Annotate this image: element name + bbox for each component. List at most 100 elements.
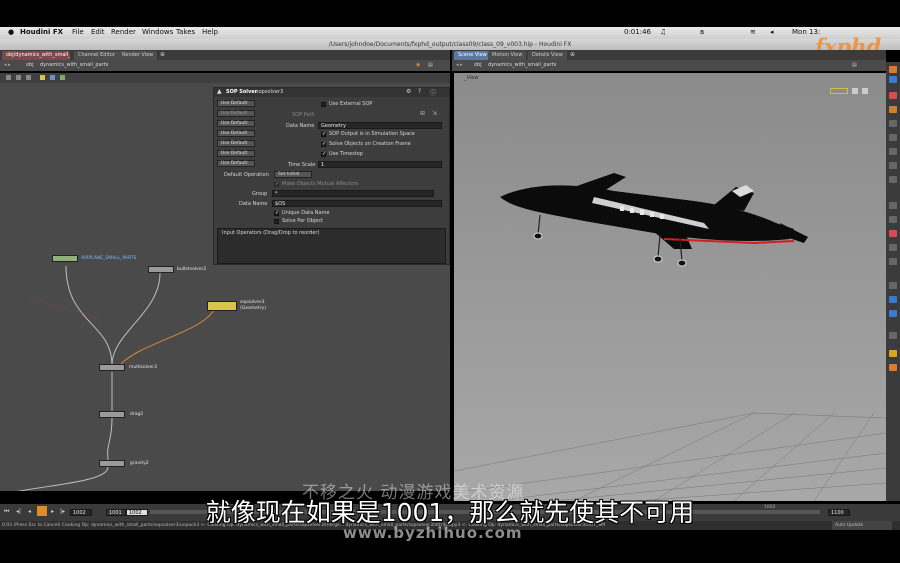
jet-model <box>500 173 808 267</box>
solve-per-object-label: Solve Per Object <box>282 218 324 224</box>
tab-details-view[interactable]: Details View <box>528 51 567 60</box>
pin-icon[interactable] <box>889 66 897 73</box>
headphones-icon[interactable]: ♫ <box>660 28 666 36</box>
solve-objects-checkbox[interactable] <box>321 141 326 147</box>
back-icon[interactable]: ◂ ▸ <box>4 60 11 71</box>
node-multisolver[interactable] <box>99 364 125 371</box>
wire <box>107 417 113 461</box>
add-tab-icon[interactable]: ⊕ <box>160 51 165 58</box>
sop-path-label: SOP Path <box>292 112 315 118</box>
tab-motion-view[interactable]: Motion View <box>488 51 527 60</box>
menu-edit[interactable]: Edit <box>91 28 105 36</box>
left-path-bar: ◂ ▸ obj dynamics_with_small_parts ◉ ▤ <box>0 60 450 71</box>
input-operators-label: Input Operators (Drag/Drop to reorder) <box>222 230 320 236</box>
node-drag[interactable] <box>99 411 125 418</box>
apple-icon[interactable]: ● <box>8 28 14 36</box>
path-root[interactable]: obj <box>26 60 34 71</box>
parameter-panel: ▲ SOP Solver sopsolver3 ⚙ ? ⓘ Use Defaul… <box>213 87 450 265</box>
use-external-sop-checkbox[interactable] <box>321 102 326 107</box>
node-sopsolver[interactable] <box>207 301 237 311</box>
jump-to-icon[interactable]: ⇲ <box>432 110 437 117</box>
data-name2-field[interactable]: $OS <box>272 200 442 207</box>
add-tab-icon[interactable]: ⊕ <box>570 51 575 58</box>
pane-menu-icon[interactable]: ▤ <box>428 60 433 71</box>
tab-scene-view[interactable]: Scene View <box>454 51 491 60</box>
time-scale-field[interactable]: 1 <box>318 161 442 168</box>
node-bulletsolver-label: bulletsolver2 <box>177 267 207 272</box>
path-network[interactable]: dynamics_with_small_parts <box>40 60 108 71</box>
use-default-button[interactable]: Use Default <box>217 130 255 137</box>
data-name-field[interactable]: Geometry <box>318 122 442 129</box>
menu-takes[interactable]: Takes <box>176 28 195 36</box>
use-default-button[interactable]: Use Default <box>217 100 255 107</box>
back-icon[interactable]: ◂ ▸ <box>456 60 463 71</box>
path-root[interactable]: obj <box>474 60 482 71</box>
bluetooth-icon[interactable]: ʙ <box>700 28 704 36</box>
wireframe-icon[interactable] <box>889 120 897 127</box>
template-icon[interactable] <box>889 148 897 155</box>
flipbook-icon[interactable] <box>889 350 897 357</box>
menu-windows[interactable]: Windows <box>142 28 173 36</box>
lock-icon[interactable] <box>889 364 897 371</box>
help-icon[interactable]: ? <box>418 88 421 95</box>
use-default-button[interactable]: Use Default <box>217 120 255 127</box>
menu-help[interactable]: Help <box>202 28 218 36</box>
node-chooser-icon[interactable]: ⊞ <box>420 110 425 117</box>
node-airplane[interactable] <box>52 255 78 262</box>
view-icon[interactable] <box>889 258 897 265</box>
gear-icon[interactable]: ⚙ <box>406 88 411 95</box>
menu-render[interactable]: Render <box>111 28 136 36</box>
settings-icon[interactable] <box>889 332 897 339</box>
volume-icon[interactable]: ◂ <box>770 28 774 36</box>
normals-icon[interactable] <box>889 176 897 183</box>
tag-icon[interactable] <box>889 230 897 237</box>
globe-icon[interactable] <box>889 282 897 289</box>
watermark-url: www.byzhihuo.com <box>343 524 523 542</box>
sop-output-checkbox[interactable] <box>321 131 326 137</box>
input-operators-list[interactable]: Input Operators (Drag/Drop to reorder) <box>217 228 446 264</box>
shading-icon[interactable] <box>889 106 897 113</box>
use-default-button[interactable]: Use Default <box>217 160 255 167</box>
home-icon[interactable] <box>889 76 897 83</box>
mutual-affectors-label: Make Objects Mutual Affectors <box>282 181 359 187</box>
node-name-field[interactable]: sopsolver3 <box>256 89 283 95</box>
info-icon[interactable]: ⓘ <box>430 88 436 97</box>
camera-icon[interactable] <box>889 296 897 303</box>
mutual-affectors-checkbox[interactable] <box>274 181 279 187</box>
use-default-button[interactable]: Use Default <box>217 150 255 157</box>
node-bulletsolver[interactable] <box>148 266 174 273</box>
grid-icon[interactable] <box>889 244 897 251</box>
brush-icon[interactable] <box>889 202 897 209</box>
time-scale-label: Time Scale <box>288 162 316 168</box>
wifi-icon[interactable]: ≋ <box>750 28 756 36</box>
mac-menubar: ● Houdini FX File Edit Render Windows Ta… <box>0 27 900 39</box>
use-default-button[interactable]: Use Default <box>217 140 255 147</box>
left-tab-strip: obj/dynamics_with_small_pa... Channel Ed… <box>0 50 450 60</box>
menu-file[interactable]: File <box>72 28 84 36</box>
ghost-icon[interactable] <box>889 134 897 141</box>
render-icon[interactable] <box>889 310 897 317</box>
use-timestep-checkbox[interactable] <box>321 151 326 157</box>
node-sopsolver-label: sopsolver3 <box>240 300 265 305</box>
pin-icon[interactable]: ◉ <box>416 60 420 71</box>
tab-render-view[interactable]: Render View <box>118 51 158 60</box>
unique-data-name-checkbox[interactable] <box>274 210 279 216</box>
pane-menu-icon[interactable]: ▤ <box>852 60 857 71</box>
default-operation-label: Default Operation <box>224 172 269 178</box>
node-gravity[interactable] <box>99 460 125 467</box>
solve-per-object-checkbox[interactable] <box>274 219 279 224</box>
app-name[interactable]: Houdini FX <box>20 28 63 36</box>
display-icon[interactable] <box>889 92 897 99</box>
sop-output-label: SOP Output is in Simulation Space <box>329 131 415 137</box>
snap-icon[interactable] <box>889 216 897 223</box>
path-network[interactable]: dynamics_with_small_parts <box>488 60 556 71</box>
use-default-button[interactable]: Use Default <box>217 110 255 117</box>
use-external-sop-label: Use External SOP <box>329 101 373 107</box>
tab-channel-editor[interactable]: Channel Editor <box>74 51 119 60</box>
group-field[interactable]: * <box>272 190 434 197</box>
scene-viewport[interactable]: _View <box>454 73 886 501</box>
points-icon[interactable] <box>889 162 897 169</box>
tab-network[interactable]: obj/dynamics_with_small_pa... <box>2 51 70 60</box>
node-airplane-label: AIRPLANE_SMALL_PARTS <box>81 256 137 261</box>
default-operation-menu[interactable]: Set Initial <box>274 171 312 178</box>
